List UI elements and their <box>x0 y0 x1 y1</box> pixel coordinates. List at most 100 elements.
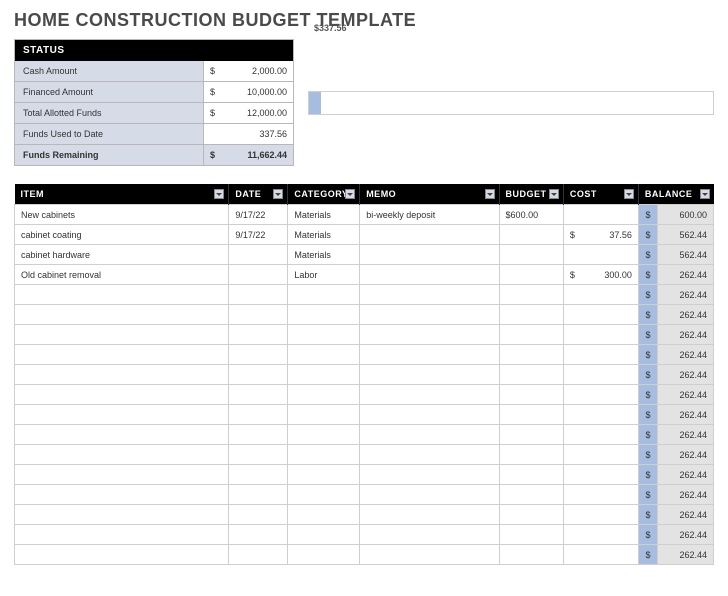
cell-item[interactable] <box>15 385 229 405</box>
cell-memo[interactable]: bi-weekly deposit <box>360 205 499 225</box>
cell-item[interactable] <box>15 485 229 505</box>
cell-date[interactable] <box>229 325 288 345</box>
cell-cost[interactable] <box>563 525 638 545</box>
cell-cost[interactable] <box>563 365 638 385</box>
cell-budget[interactable] <box>499 305 563 325</box>
cell-cost[interactable] <box>563 245 638 265</box>
cell-budget[interactable] <box>499 545 563 565</box>
cell-category[interactable] <box>288 365 360 385</box>
filter-icon[interactable] <box>214 189 224 199</box>
cell-date[interactable] <box>229 285 288 305</box>
filter-icon[interactable] <box>549 189 559 199</box>
cell-cost[interactable] <box>563 345 638 365</box>
cell-budget[interactable] <box>499 485 563 505</box>
filter-icon[interactable] <box>700 189 710 199</box>
cell-cost[interactable] <box>563 325 638 345</box>
cell-budget[interactable] <box>499 525 563 545</box>
cell-item[interactable]: Old cabinet removal <box>15 265 229 285</box>
cell-category[interactable] <box>288 505 360 525</box>
cell-memo[interactable] <box>360 225 499 245</box>
cell-item[interactable] <box>15 525 229 545</box>
cell-cost[interactable]: $37.56 <box>563 225 638 245</box>
column-header-category[interactable]: CATEGORY <box>288 184 360 205</box>
cell-memo[interactable] <box>360 505 499 525</box>
cell-budget[interactable] <box>499 465 563 485</box>
cell-category[interactable] <box>288 465 360 485</box>
cell-category[interactable]: Materials <box>288 225 360 245</box>
cell-item[interactable] <box>15 325 229 345</box>
cell-date[interactable] <box>229 485 288 505</box>
cell-category[interactable] <box>288 285 360 305</box>
cell-date[interactable] <box>229 465 288 485</box>
filter-icon[interactable] <box>273 189 283 199</box>
cell-date[interactable] <box>229 445 288 465</box>
cell-date[interactable] <box>229 505 288 525</box>
cell-memo[interactable] <box>360 365 499 385</box>
cell-item[interactable]: cabinet coating <box>15 225 229 245</box>
cell-budget[interactable] <box>499 505 563 525</box>
cell-date[interactable] <box>229 345 288 365</box>
cell-item[interactable] <box>15 425 229 445</box>
cell-category[interactable] <box>288 405 360 425</box>
cell-budget[interactable] <box>499 385 563 405</box>
cell-category[interactable]: Materials <box>288 245 360 265</box>
cell-category[interactable]: Labor <box>288 265 360 285</box>
cell-budget[interactable] <box>499 245 563 265</box>
cell-item[interactable]: cabinet hardware <box>15 245 229 265</box>
column-header-memo[interactable]: MEMO <box>360 184 499 205</box>
filter-icon[interactable] <box>345 189 355 199</box>
cell-budget[interactable] <box>499 405 563 425</box>
cell-item[interactable] <box>15 505 229 525</box>
cell-cost[interactable]: $300.00 <box>563 265 638 285</box>
cell-memo[interactable] <box>360 545 499 565</box>
cell-memo[interactable] <box>360 525 499 545</box>
cell-date[interactable] <box>229 265 288 285</box>
cell-item[interactable] <box>15 545 229 565</box>
cell-category[interactable] <box>288 325 360 345</box>
cell-item[interactable] <box>15 445 229 465</box>
cell-budget[interactable] <box>499 325 563 345</box>
cell-cost[interactable] <box>563 445 638 465</box>
cell-memo[interactable] <box>360 465 499 485</box>
cell-budget[interactable]: $600.00 <box>499 205 563 225</box>
cell-category[interactable] <box>288 305 360 325</box>
cell-memo[interactable] <box>360 425 499 445</box>
cell-cost[interactable] <box>563 205 638 225</box>
cell-category[interactable] <box>288 385 360 405</box>
cell-memo[interactable] <box>360 265 499 285</box>
cell-budget[interactable] <box>499 445 563 465</box>
cell-category[interactable] <box>288 425 360 445</box>
cell-cost[interactable] <box>563 425 638 445</box>
cell-date[interactable]: 9/17/22 <box>229 225 288 245</box>
cell-memo[interactable] <box>360 245 499 265</box>
cell-budget[interactable] <box>499 425 563 445</box>
cell-date[interactable] <box>229 385 288 405</box>
cell-cost[interactable] <box>563 285 638 305</box>
cell-budget[interactable] <box>499 365 563 385</box>
cell-memo[interactable] <box>360 405 499 425</box>
cell-memo[interactable] <box>360 285 499 305</box>
cell-cost[interactable] <box>563 505 638 525</box>
cell-item[interactable] <box>15 465 229 485</box>
cell-memo[interactable] <box>360 485 499 505</box>
cell-date[interactable] <box>229 405 288 425</box>
cell-cost[interactable] <box>563 385 638 405</box>
cell-memo[interactable] <box>360 385 499 405</box>
cell-memo[interactable] <box>360 305 499 325</box>
cell-date[interactable] <box>229 365 288 385</box>
cell-item[interactable] <box>15 405 229 425</box>
cell-memo[interactable] <box>360 325 499 345</box>
column-header-item[interactable]: ITEM <box>15 184 229 205</box>
cell-date[interactable] <box>229 525 288 545</box>
cell-date[interactable]: 9/17/22 <box>229 205 288 225</box>
cell-budget[interactable] <box>499 285 563 305</box>
column-header-balance[interactable]: BALANCE <box>638 184 713 205</box>
column-header-date[interactable]: DATE <box>229 184 288 205</box>
filter-icon[interactable] <box>624 189 634 199</box>
cell-item[interactable] <box>15 285 229 305</box>
cell-cost[interactable] <box>563 465 638 485</box>
cell-budget[interactable] <box>499 225 563 245</box>
column-header-cost[interactable]: COST <box>563 184 638 205</box>
cell-item[interactable] <box>15 365 229 385</box>
cell-category[interactable] <box>288 485 360 505</box>
